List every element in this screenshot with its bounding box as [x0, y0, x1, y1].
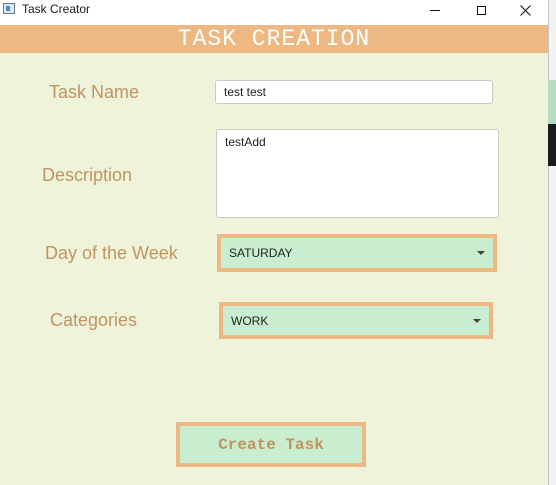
background-window-panel-dark — [548, 124, 556, 166]
minimize-button[interactable] — [412, 0, 458, 20]
minimize-icon — [430, 9, 440, 11]
day-of-week-select[interactable]: SATURDAY — [217, 234, 497, 272]
task-creator-form: TASK CREATION Task Name Description test… — [0, 25, 548, 485]
create-task-button[interactable]: Create Task — [176, 422, 366, 467]
window-titlebar[interactable]: Task Creator — [0, 0, 548, 20]
description-textarea[interactable]: testAdd — [216, 129, 499, 218]
chevron-down-icon — [477, 251, 485, 255]
close-button[interactable] — [502, 0, 548, 20]
page-title: TASK CREATION — [177, 25, 371, 52]
page-header: TASK CREATION — [0, 25, 548, 53]
categories-label: Categories — [50, 310, 138, 330]
task-name-label: Task Name — [49, 82, 140, 102]
task-name-input[interactable] — [215, 80, 493, 104]
day-of-week-label: Day of the Week — [45, 243, 178, 263]
create-task-label: Create Task — [218, 435, 324, 454]
chevron-down-icon — [473, 318, 481, 323]
categories-select[interactable]: WORK — [219, 302, 493, 339]
background-window-panel — [548, 80, 556, 124]
background-window-edge — [548, 0, 556, 485]
categories-value: WORK — [231, 313, 269, 328]
app-window-icon — [3, 3, 15, 14]
description-label: Description — [42, 165, 133, 185]
maximize-icon — [476, 5, 486, 15]
close-icon — [519, 4, 531, 16]
window-title: Task Creator — [22, 2, 91, 16]
day-of-week-value: SATURDAY — [229, 246, 293, 260]
maximize-button[interactable] — [458, 0, 504, 20]
